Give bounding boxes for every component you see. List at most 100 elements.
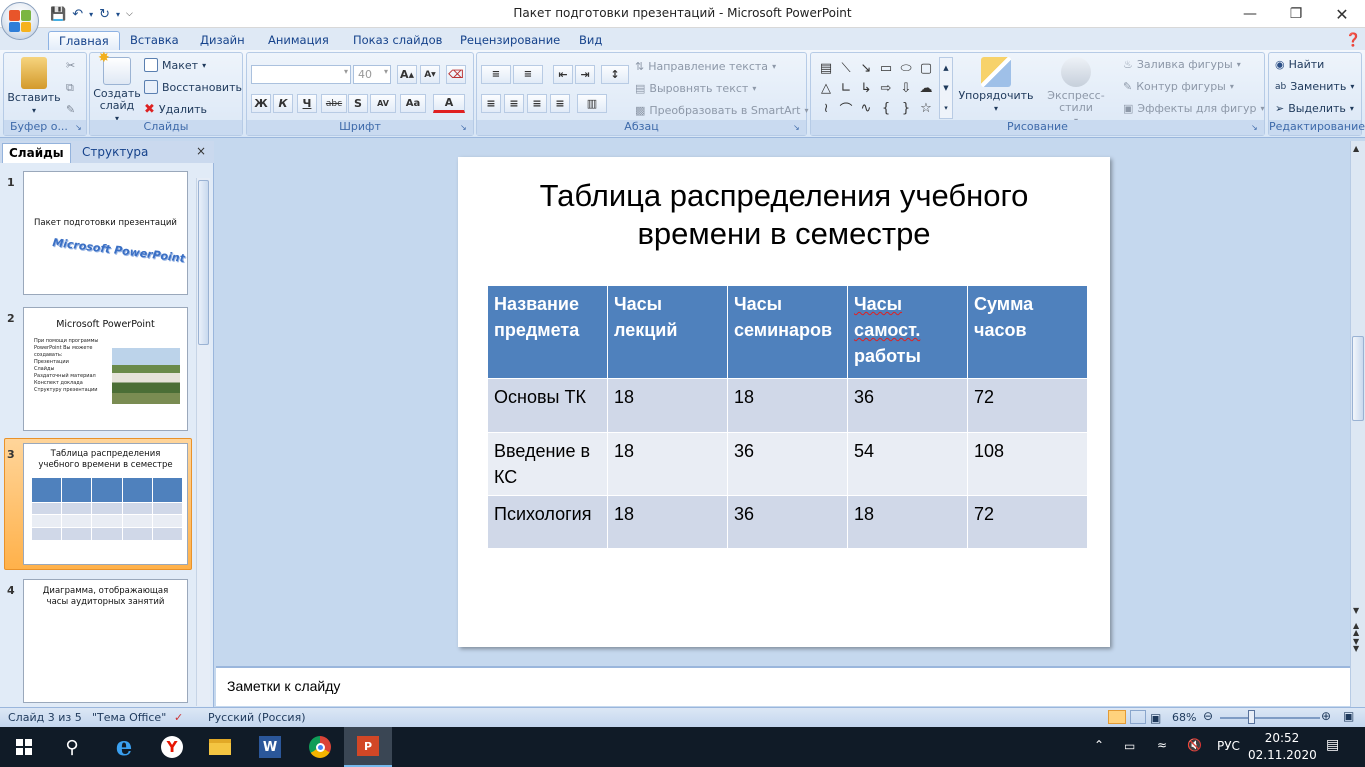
tab-slideshow[interactable]: Показ слайдов [343,31,452,50]
panel-scrollbar[interactable] [196,178,210,706]
table-header-cell[interactable]: Название предмета [487,285,608,379]
chrome-icon[interactable] [296,727,344,767]
zoom-slider[interactable] [1220,717,1320,719]
drawing-launcher-icon[interactable]: ↘ [1251,123,1258,132]
input-language[interactable]: РУС [1217,739,1240,753]
table-header-cell[interactable]: Часы семинаров [727,285,848,379]
normal-view-icon[interactable] [1108,710,1126,724]
char-spacing-icon[interactable]: AV [370,94,396,113]
font-size-box[interactable]: 40 ▾ [353,65,391,84]
underline-icon[interactable]: Ч [297,94,317,113]
slide-sorter-view-icon[interactable] [1130,710,1146,724]
star-shape-icon[interactable]: ☆ [917,99,935,117]
minimize-button[interactable]: — [1227,0,1273,28]
language-indicator[interactable]: Русский (Россия) [208,711,306,724]
left-brace-shape-icon[interactable]: { [877,99,895,117]
table-cell[interactable]: 18 [607,432,728,496]
grow-font-icon[interactable]: A ▲ [397,65,417,84]
bold-icon[interactable]: Ж [251,94,271,113]
tab-outline[interactable]: Структура [76,143,154,163]
table-cell[interactable]: 18 [607,495,728,549]
slide-thumbnail-1[interactable]: Пакет подготовки презентаций Microsoft P… [23,171,188,295]
table-cell[interactable]: Психология [487,495,608,549]
arrow-line-shape-icon[interactable]: ↘ [857,59,875,77]
change-case-icon[interactable]: Aa [400,94,426,113]
shrink-font-icon[interactable]: A ▼ [420,65,440,84]
paragraph-launcher-icon[interactable]: ↘ [793,123,800,132]
tab-view[interactable]: Вид [569,31,612,50]
close-button[interactable]: ✕ [1319,0,1365,28]
cloud-shape-icon[interactable]: ☁ [917,79,935,97]
table-header-cell[interactable]: Сумма часов [967,285,1088,379]
slide-thumbnail-2[interactable]: Microsoft PowerPoint При помощи программ… [23,307,188,431]
gallery-scroll-icon[interactable]: ▲ ▼ ▾ [939,57,953,119]
volume-muted-icon[interactable]: 🔇 [1187,738,1202,752]
rectangle-shape-icon[interactable]: ▭ [877,59,895,77]
word-icon[interactable]: W [246,727,294,767]
wifi-icon[interactable]: ≈ [1157,738,1167,752]
shapes-gallery[interactable]: ▤ ⟍ ↘ ▭ ⬭ ▢ △ ∟ ↳ ⇨ ⇩ ☁ ≀ ⌒ ∿ { } ☆ ▲ ▼ ▾ [815,57,955,119]
table-header-cell[interactable]: Часы лекций [607,285,728,379]
textbox-shape-icon[interactable]: ▤ [817,59,835,77]
clipboard-launcher-icon[interactable]: ↘ [75,123,82,132]
curve-shape-icon[interactable]: ≀ [817,99,835,117]
scroll-up-icon[interactable]: ▲ [1353,144,1359,153]
start-button[interactable] [0,727,48,767]
table-cell[interactable]: 72 [967,378,1088,433]
next-slide-icon[interactable]: ▼ ▼ [1353,638,1359,653]
quick-styles-button[interactable]: Экспресс-стили▾ [1033,57,1119,127]
prev-slide-icon[interactable]: ▲ ▲ [1353,622,1359,637]
arc-shape-icon[interactable]: ⌒ [837,99,855,118]
theme-name[interactable]: "Тема Office" [92,711,166,724]
layout-button[interactable]: Макет ▾ [144,58,206,72]
right-arrow-shape-icon[interactable]: ⇨ [877,79,895,97]
clock-time[interactable]: 20:52 [1252,731,1312,745]
align-right-icon[interactable]: ≡ [527,94,547,113]
table-cell[interactable]: 72 [967,495,1088,549]
edge-browser-icon[interactable]: e [100,727,148,767]
table-cell[interactable]: 18 [727,378,848,433]
paste-button[interactable]: Вставить ▾ [6,57,62,117]
table-cell[interactable]: 18 [847,495,968,549]
replace-button[interactable]: ab Заменить ▾ [1275,80,1354,93]
zoom-out-icon[interactable]: ⊖ [1203,709,1213,723]
elbow-connector-icon[interactable]: ∟ [837,79,855,97]
font-launcher-icon[interactable]: ↘ [460,123,467,132]
text-direction-button[interactable]: ⇅ Направление текста ▾ [635,60,776,73]
table-cell[interactable]: Основы ТК [487,378,608,433]
tab-slides[interactable]: Слайды [2,143,71,163]
spellcheck-icon[interactable]: ✓ [174,711,183,724]
close-panel-icon[interactable]: × [196,144,206,158]
reset-button[interactable]: Восстановить [144,80,242,94]
shape-outline-button[interactable]: ✎ Контур фигуры ▾ [1123,80,1234,93]
copy-icon[interactable]: ⧉ [66,81,74,95]
slide-scrollbar[interactable]: ▲ ▼ ▲ ▲ ▼ ▼ [1350,141,1365,707]
office-button[interactable] [1,2,39,40]
font-name-box[interactable]: ▾ [251,65,351,84]
slide-table[interactable]: Название предмета Часы лекций Часы семин… [487,285,1088,549]
tab-review[interactable]: Рецензирование [450,31,570,50]
yandex-browser-icon[interactable]: Y [148,727,196,767]
slide-thumbnail-4[interactable]: Диаграмма, отображающая часы аудиторных … [23,579,188,703]
tab-design[interactable]: Дизайн [190,31,255,50]
clock-date[interactable]: 02.11.2020 [1248,748,1317,762]
zoom-in-icon[interactable]: ⊕ [1321,709,1331,723]
battery-icon[interactable]: ▭ [1124,739,1135,753]
right-brace-shape-icon[interactable]: } [897,99,915,117]
elbow-arrow-icon[interactable]: ↳ [857,79,875,97]
help-icon[interactable]: ❓ [1335,31,1365,50]
bullets-icon[interactable]: ≡ [481,65,511,84]
italic-icon[interactable]: К [273,94,293,113]
notifications-icon[interactable]: ▤ [1326,737,1339,753]
rounded-rect-shape-icon[interactable]: ▢ [917,59,935,77]
search-icon[interactable]: ⚲ [48,727,96,767]
delete-slide-button[interactable]: ✖ Удалить [144,102,207,117]
font-color-icon[interactable]: A [433,94,465,113]
format-painter-icon[interactable]: ✎ [66,103,75,116]
fit-to-window-icon[interactable]: ▣ [1343,709,1354,723]
tab-animation[interactable]: Анимация [258,31,339,50]
tab-insert[interactable]: Вставка [120,31,189,50]
current-slide[interactable]: Таблица распределения учебного времени в… [458,157,1110,647]
slide-title[interactable]: Таблица распределения учебного времени в… [498,177,1070,253]
slide-thumbnail-3[interactable]: Таблица распределения учебного времени в… [23,443,188,565]
